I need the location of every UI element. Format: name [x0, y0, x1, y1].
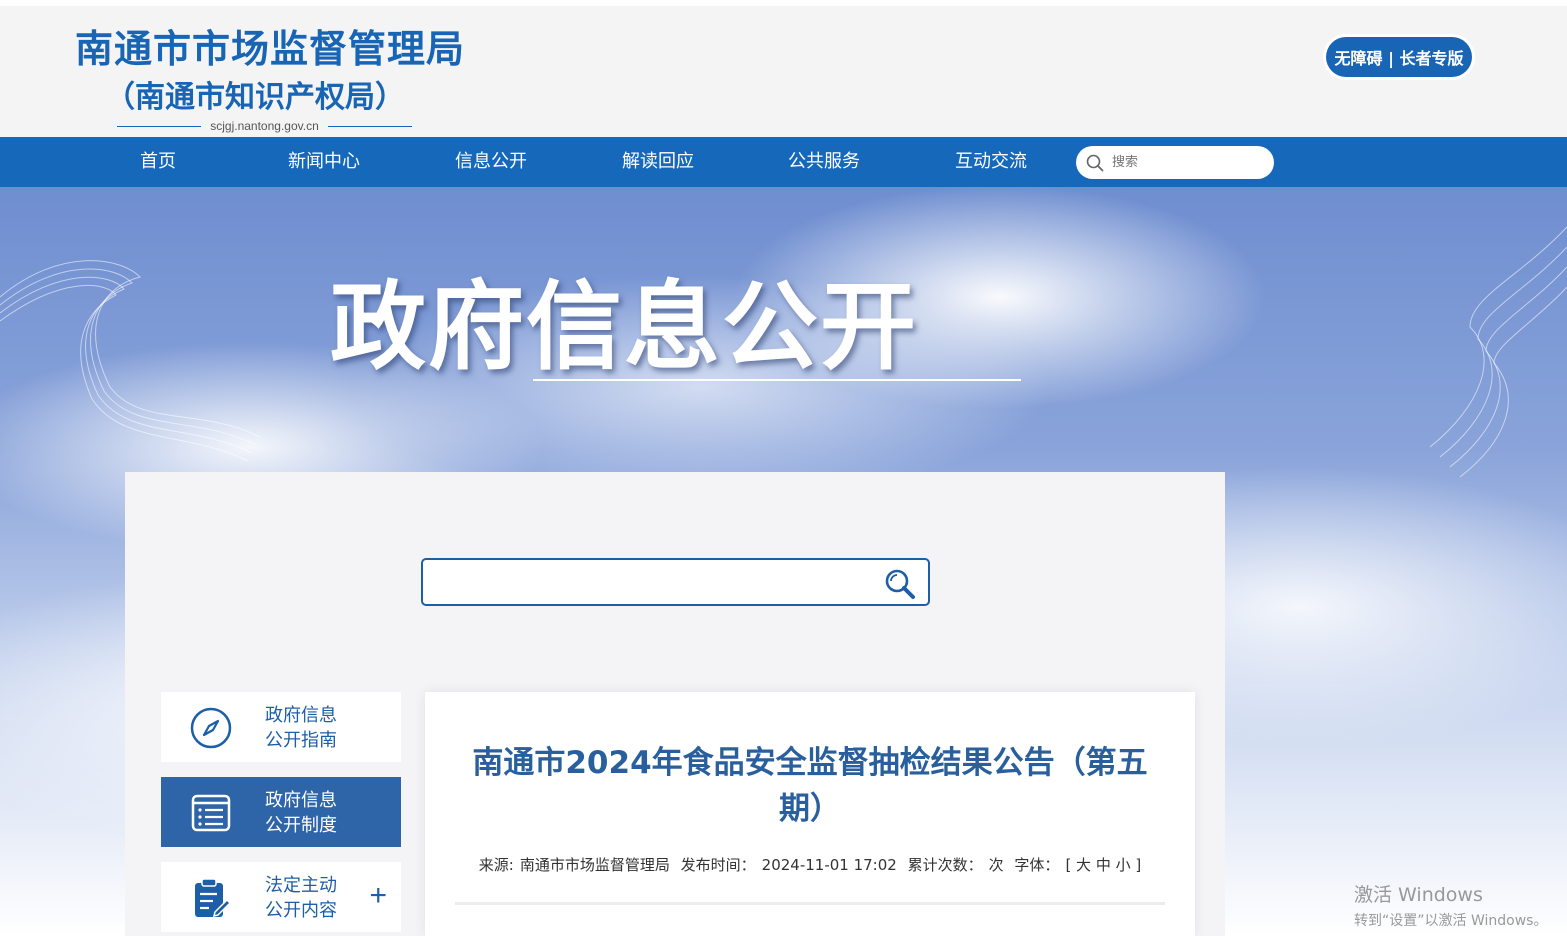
sidebar-item-label: 政府信息 公开制度 [265, 788, 337, 838]
article-card: 南通市2024年食品安全监督抽检结果公告（第五期） 来源: 南通市市场监督管理局 … [425, 692, 1195, 936]
publish-label: 发布时间： [680, 856, 756, 874]
nav-item-public-service[interactable]: 公共服务 [788, 137, 860, 187]
windows-activation-watermark: 激活 Windows 转到“设置”以激活 Windows。 [1354, 880, 1547, 930]
content-panel: 政府信息 公开指南 政府信息 公开制度 法定主动 公开内容 + 南通市2024年… [125, 472, 1225, 936]
site-title[interactable]: 南通市市场监督管理局 [75, 18, 465, 73]
views-unit: 次 [988, 856, 1004, 874]
font-size-label: 字体： [1014, 856, 1060, 874]
sidebar-item-statutory-content[interactable]: 法定主动 公开内容 + [161, 862, 401, 932]
content-search-input[interactable] [433, 568, 873, 596]
sidebar-item-disclosure-guide[interactable]: 政府信息 公开指南 [161, 692, 401, 762]
sidebar-item-label: 法定主动 公开内容 [265, 873, 337, 923]
sidebar-item-label: 政府信息 公开指南 [265, 703, 337, 753]
article-divider [455, 902, 1165, 905]
sidebar-label-line2: 公开内容 [265, 900, 337, 921]
banner-title: 政府信息公开 [330, 271, 918, 383]
nav-item-home[interactable]: 首页 [140, 137, 176, 187]
article-title: 南通市2024年食品安全监督抽检结果公告（第五期） [472, 745, 1148, 827]
sidebar-label-line2: 公开制度 [265, 815, 337, 836]
nav-item-interaction[interactable]: 互动交流 [955, 137, 1027, 187]
site-url-line: scjgj.nantong.gov.cn [117, 119, 412, 133]
watermark-line1: 激活 Windows [1354, 884, 1483, 906]
content-search-box [421, 558, 930, 606]
site-url: scjgj.nantong.gov.cn [210, 119, 319, 133]
expand-plus-icon[interactable]: + [369, 878, 387, 914]
font-size-options[interactable]: [ 大 中 小 ] [1065, 856, 1141, 874]
site-subtitle: （南通市知识产权局） [105, 80, 405, 115]
views-label: 累计次数： [907, 856, 983, 874]
sidebar-item-disclosure-system[interactable]: 政府信息 公开制度 [161, 777, 401, 847]
accessibility-button-label: 无障碍 | 长者专版 [1326, 37, 1472, 77]
site-header: 南通市市场监督管理局 （南通市知识产权局） scjgj.nantong.gov.… [0, 0, 1567, 137]
document-list-icon [191, 794, 231, 832]
sidebar-label-line1: 政府信息 [265, 705, 337, 726]
nav-item-news[interactable]: 新闻中心 [288, 137, 360, 187]
search-icon[interactable] [1086, 154, 1104, 172]
sidebar-label-line1: 政府信息 [265, 790, 337, 811]
sidebar-label-line2: 公开指南 [265, 730, 337, 751]
clipboard-edit-icon [195, 878, 232, 918]
article-meta: 来源: 南通市市场监督管理局 发布时间： 2024-11-01 17:02 累计次数… [455, 854, 1165, 875]
source-label: 来源: [478, 856, 514, 874]
search-icon[interactable] [882, 566, 918, 602]
watermark-line2: 转到“设置”以激活 Windows。 [1354, 913, 1548, 929]
nav-search-box [1076, 146, 1274, 179]
publish-time: 2024-11-01 17:02 [761, 856, 897, 874]
compass-icon [190, 707, 232, 749]
sidebar-label-line1: 法定主动 [265, 875, 337, 896]
nav-search-input[interactable] [1112, 150, 1262, 175]
source-value: 南通市市场监督管理局 [519, 856, 670, 874]
nav-item-info-disclosure[interactable]: 信息公开 [455, 137, 527, 187]
nav-item-interpretation[interactable]: 解读回应 [622, 137, 694, 187]
banner-underline [533, 379, 1021, 381]
accessibility-button[interactable]: 无障碍 | 长者专版 [1323, 34, 1475, 80]
main-nav: 首页 新闻中心 信息公开 解读回应 公共服务 互动交流 [0, 137, 1567, 187]
